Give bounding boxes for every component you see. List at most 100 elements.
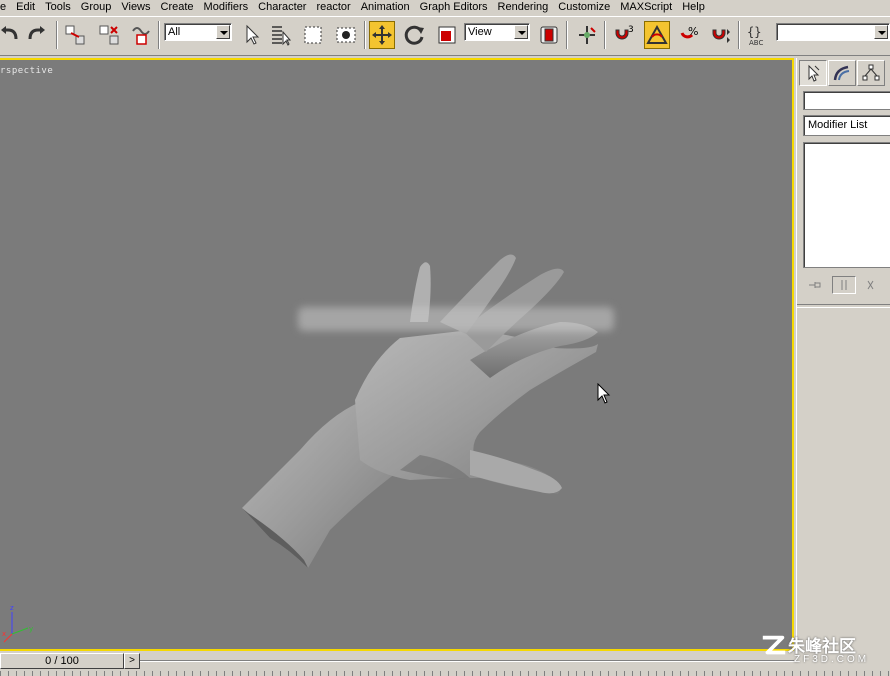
menu-reactor[interactable]: reactor [311, 0, 355, 16]
tab-create[interactable] [799, 60, 827, 86]
redo-icon [28, 26, 45, 40]
toolbar-separator [364, 21, 366, 49]
pin-stack-button[interactable] [803, 276, 826, 294]
show-end-result-icon [841, 280, 847, 290]
menu-create[interactable]: Create [156, 0, 199, 16]
select-and-link-button[interactable] [62, 21, 88, 49]
time-slider-bar: 0 / 100 > [0, 651, 890, 676]
menu-rendering[interactable]: Rendering [493, 0, 554, 16]
hierarchy-icon [862, 64, 880, 81]
bind-to-space-warp-button[interactable] [128, 21, 154, 49]
tab-hierarchy[interactable] [857, 60, 885, 86]
mouse-cursor-icon [597, 383, 611, 404]
make-unique-button[interactable] [862, 276, 885, 294]
menu-views[interactable]: Views [116, 0, 155, 16]
scale-icon [438, 26, 456, 44]
axis-x-label: x [2, 630, 6, 638]
svg-text:%: % [688, 25, 698, 38]
reference-coordinate-dropdown[interactable]: View [464, 23, 530, 41]
select-by-name-button[interactable] [268, 21, 294, 49]
pin-icon [808, 282, 821, 288]
menu-tools[interactable]: Tools [40, 0, 76, 16]
manipulate-icon [579, 26, 596, 44]
svg-text:ABC: ABC [749, 39, 763, 47]
watermark: 朱峰社区 ZF3D.COM [760, 630, 890, 670]
selection-filter-dropdown[interactable]: All [164, 23, 232, 41]
viewport-label[interactable]: rspective [0, 66, 53, 76]
snap-3d-icon: 3 [615, 25, 634, 40]
chevron-down-icon [216, 25, 230, 39]
chevron-down-icon [514, 25, 528, 39]
spinner-snap-icon [712, 29, 730, 43]
show-end-result-button[interactable] [832, 276, 856, 294]
toolbar-separator [56, 21, 58, 49]
space-warp-icon [132, 27, 150, 45]
perspective-viewport[interactable]: rspective z y x [0, 58, 794, 651]
percent-snap-toggle-button[interactable]: % [676, 21, 702, 49]
tab-modify[interactable] [828, 60, 856, 86]
unlink-selection-button[interactable] [96, 21, 122, 49]
edit-named-selection-button[interactable]: {} ABC [744, 21, 770, 49]
pivot-center-icon [540, 26, 558, 44]
make-unique-icon [867, 280, 874, 290]
menu-graph-editors[interactable]: Graph Editors [415, 0, 493, 16]
menu-file[interactable]: e [0, 0, 11, 16]
track-ticks [0, 671, 890, 676]
select-and-rotate-button[interactable] [402, 21, 428, 49]
select-object-button[interactable] [238, 21, 264, 49]
arrow-cursor-icon [246, 24, 260, 45]
menu-help[interactable]: Help [677, 0, 710, 16]
move-icon [372, 25, 392, 45]
toolbar-separator [566, 21, 568, 49]
menu-character[interactable]: Character [253, 0, 311, 16]
spinner-snap-toggle-button[interactable] [708, 21, 734, 49]
select-by-name-icon [272, 26, 292, 46]
select-and-move-button[interactable] [369, 21, 395, 49]
toolbar-separator [738, 21, 740, 49]
undo-button[interactable] [0, 21, 22, 49]
time-track[interactable] [140, 660, 794, 662]
selection-filter-value: All [168, 26, 181, 38]
snaps-toggle-button[interactable]: 3 [610, 21, 636, 49]
main-toolbar: All View 3 % {} ABC [0, 16, 890, 56]
menu-modifiers[interactable]: Modifiers [199, 0, 254, 16]
angle-snap-toggle-button[interactable] [644, 21, 670, 49]
select-and-scale-button[interactable] [434, 21, 460, 49]
menu-edit[interactable]: Edit [11, 0, 40, 16]
named-selection-icon: {}ABC [747, 25, 763, 47]
rectangular-selection-button[interactable] [300, 21, 326, 49]
panel-divider [797, 304, 890, 308]
hand-model[interactable] [0, 60, 794, 651]
menu-animation[interactable]: Animation [356, 0, 415, 16]
zf-logo-icon [762, 635, 786, 655]
app-window: e Edit Tools Group Views Create Modifier… [0, 0, 890, 676]
toolbar-separator [158, 21, 160, 49]
command-panel: Modifier List [796, 58, 890, 651]
modifier-list-dropdown[interactable]: Modifier List [803, 115, 890, 136]
stack-buttons [803, 274, 890, 296]
reference-coordinate-value: View [468, 26, 492, 38]
axis-tripod-icon: z y x [2, 604, 33, 643]
link-icon [65, 25, 85, 45]
svg-text:3: 3 [628, 25, 634, 35]
pivot-point-center-button[interactable] [536, 21, 562, 49]
modifier-stack-list[interactable] [803, 142, 890, 268]
redo-button[interactable] [24, 21, 50, 49]
unlink-icon [99, 25, 119, 45]
object-name-input[interactable] [803, 91, 890, 110]
create-icon [808, 64, 820, 82]
window-crossing-button[interactable] [333, 21, 359, 49]
chevron-down-icon [874, 25, 888, 39]
named-selection-sets-dropdown[interactable] [776, 23, 890, 41]
menu-group[interactable]: Group [76, 0, 117, 16]
angle-snap-icon [646, 24, 668, 44]
next-frame-button[interactable]: > [124, 653, 140, 669]
svg-text:{}: {} [747, 25, 761, 39]
blurred-overlay [298, 307, 614, 331]
menu-maxscript[interactable]: MAXScript [615, 0, 677, 16]
watermark-site: ZF3D.COM [794, 654, 870, 665]
time-slider[interactable]: 0 / 100 [0, 653, 124, 669]
menu-customize[interactable]: Customize [553, 0, 615, 16]
select-and-manipulate-button[interactable] [574, 21, 600, 49]
axis-z-label: z [10, 604, 14, 612]
